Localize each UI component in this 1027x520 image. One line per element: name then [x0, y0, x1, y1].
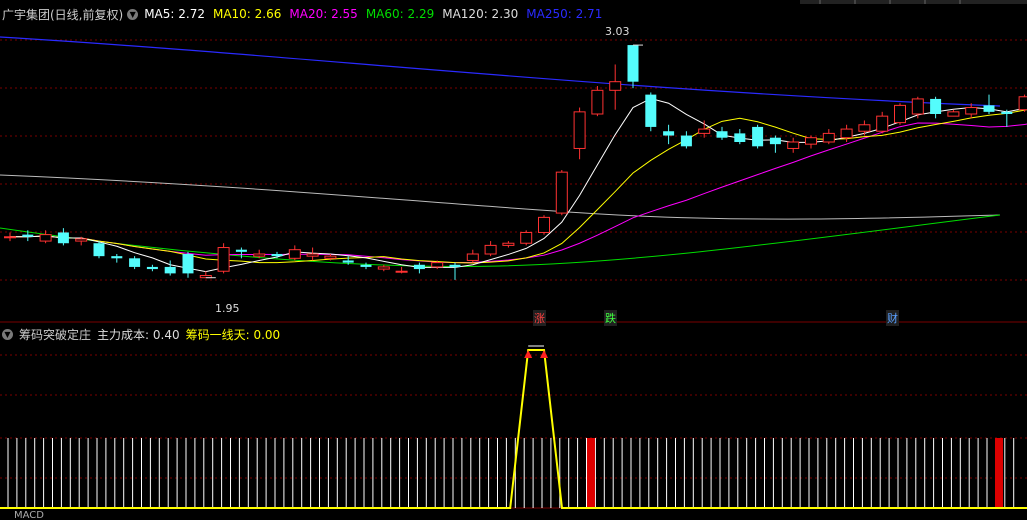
- candle-body: [413, 264, 425, 270]
- candle-body: [716, 131, 728, 138]
- candle-body: [591, 89, 604, 115]
- candle-body: [663, 131, 675, 136]
- candle-body: [840, 128, 853, 139]
- ma10-line: [10, 109, 1027, 264]
- candle-body: [805, 137, 817, 145]
- candle-body: [698, 128, 711, 134]
- bottom-indicator-label: MACD: [14, 510, 44, 520]
- candle-body: [752, 126, 764, 147]
- candlestick-chart[interactable]: [0, 0, 1027, 510]
- candle-body: [983, 105, 995, 112]
- low-price-label: 1.95: [215, 302, 240, 315]
- candle-body: [645, 94, 657, 127]
- marker-die[interactable]: 跌: [604, 310, 617, 326]
- candle-body: [1001, 111, 1013, 114]
- candle-body: [538, 216, 550, 233]
- candle-body: [680, 135, 692, 147]
- candle-body: [129, 258, 141, 267]
- candle-body: [146, 266, 158, 270]
- candle-body: [306, 253, 319, 257]
- candle-body: [217, 247, 230, 272]
- up-arrow-icon: [540, 350, 548, 358]
- candle-body: [1018, 96, 1027, 111]
- candle-body: [947, 111, 960, 117]
- up-arrow-icon: [524, 350, 533, 358]
- candle-body: [271, 254, 283, 257]
- candle-body: [360, 264, 372, 267]
- ma250-line: [0, 36, 1001, 107]
- indicator-yellow-line: [0, 349, 1027, 509]
- high-price-label: 3.03: [605, 25, 630, 38]
- candle-body: [965, 107, 978, 115]
- candle-body: [502, 242, 515, 246]
- candle-body: [911, 98, 924, 115]
- candle-body: [858, 124, 871, 132]
- candle-body: [930, 98, 942, 114]
- candle-body: [822, 132, 835, 143]
- candle-body: [876, 115, 889, 132]
- candle-body: [627, 45, 639, 82]
- candle-body: [573, 111, 586, 149]
- candle-body: [253, 253, 266, 257]
- candle-body: [93, 243, 105, 257]
- candle-body: [235, 249, 247, 252]
- candle-body: [395, 270, 408, 273]
- candle-body: [22, 234, 34, 237]
- candle-body: [342, 260, 354, 263]
- candle-body: [377, 266, 390, 270]
- candle-body: [609, 81, 622, 91]
- marker-zhang[interactable]: 涨: [533, 310, 546, 326]
- candle-body: [555, 171, 568, 214]
- candle-body: [769, 137, 781, 145]
- candle-body: [431, 262, 444, 268]
- candle-body: [75, 238, 88, 242]
- ma120-line: [0, 174, 1001, 220]
- candle-body: [894, 104, 906, 124]
- candle-body: [734, 133, 746, 142]
- indicator-red-bar: [587, 438, 595, 508]
- marker-cai[interactable]: 财: [886, 310, 899, 326]
- ma5-line: [10, 97, 1027, 273]
- bottom-indicator-header: MACD: [0, 510, 1027, 520]
- candle-body: [520, 231, 533, 244]
- indicator-red-bar: [995, 438, 1003, 508]
- candle-body: [39, 234, 52, 242]
- candle-body: [111, 256, 123, 259]
- candle-body: [787, 141, 800, 149]
- ma20-line: [10, 122, 1027, 264]
- candle-body: [466, 253, 479, 261]
- candle-body: [449, 264, 461, 267]
- ma60-line: [0, 214, 1001, 268]
- candle-body: [324, 255, 337, 259]
- candle-body: [164, 266, 176, 274]
- candle-body: [57, 232, 69, 244]
- candle-body: [182, 254, 194, 274]
- candle-body: [4, 236, 16, 239]
- candle-body: [288, 249, 301, 259]
- candle-body: [484, 244, 497, 255]
